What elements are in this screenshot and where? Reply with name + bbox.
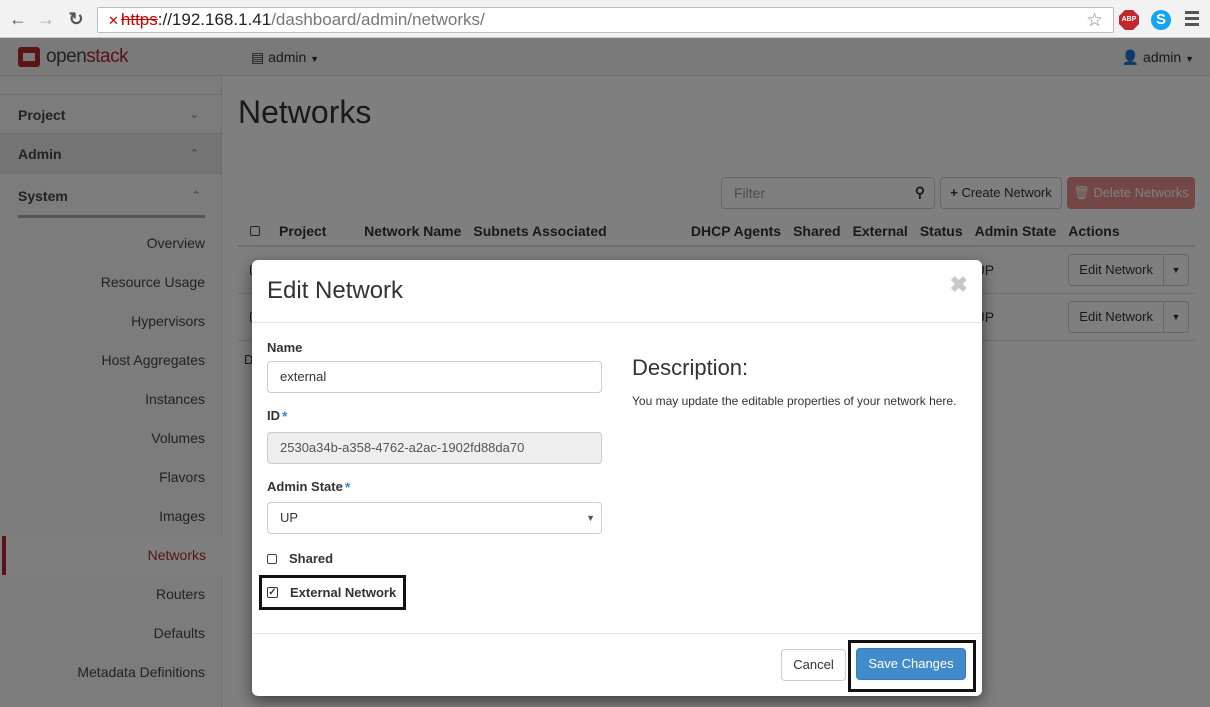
browser-toolbar: ← → ↻ ✕ https://192.168.1.41/dashboard/ad… [0,0,1210,38]
shared-checkbox-row[interactable]: Shared [267,551,333,566]
insecure-lock-icon: ✕ [108,13,119,28]
browser-menu-icon[interactable] [1185,11,1199,27]
modal-title: Edit Network [267,277,404,304]
url-host: ://192.168.1.41 [157,10,272,29]
select-arrow-icon: ▼ [586,513,595,523]
name-label: Name [267,340,303,355]
modal-body: Name external ID * 2530a34b-a358-4762-a2a… [252,323,982,633]
name-input[interactable]: external [267,361,602,393]
id-input: 2530a34b-a358-4762-a2ac-1902fd88da70 [267,432,602,464]
edit-network-modal: Edit Network ✖ Name external ID * 2530a34… [252,260,982,696]
url-scheme: https [120,10,158,29]
shared-checkbox[interactable] [267,553,277,564]
url-path: /dashboard/admin/networks/ [271,10,485,29]
annotation-highlight-box [259,575,406,610]
modal-footer: Cancel Save Changes [252,633,982,696]
description-text: You may update the editable properties o… [632,394,957,408]
back-icon[interactable]: ← [8,8,28,30]
admin-state-label: Admin State * [267,479,351,495]
reload-icon[interactable]: ↻ [66,8,86,30]
adblock-icon[interactable]: ABP [1119,10,1139,30]
save-changes-button[interactable]: Save Changes [856,648,966,680]
modal-header: Edit Network ✖ [252,260,982,323]
cancel-button[interactable]: Cancel [781,649,846,681]
forward-icon[interactable]: → [36,8,56,30]
required-mark: * [344,479,351,495]
address-bar[interactable]: ✕ https://192.168.1.41/dashboard/admin/ne… [97,7,1114,33]
description-title: Description: [632,355,749,380]
id-label: ID * [267,408,288,424]
skype-icon[interactable]: S [1151,10,1171,30]
bookmark-star-icon[interactable]: ☆ [1086,9,1103,33]
required-mark: * [282,408,288,424]
close-icon[interactable]: ✖ [950,272,968,298]
admin-state-select[interactable]: UP ▼ [267,502,602,534]
